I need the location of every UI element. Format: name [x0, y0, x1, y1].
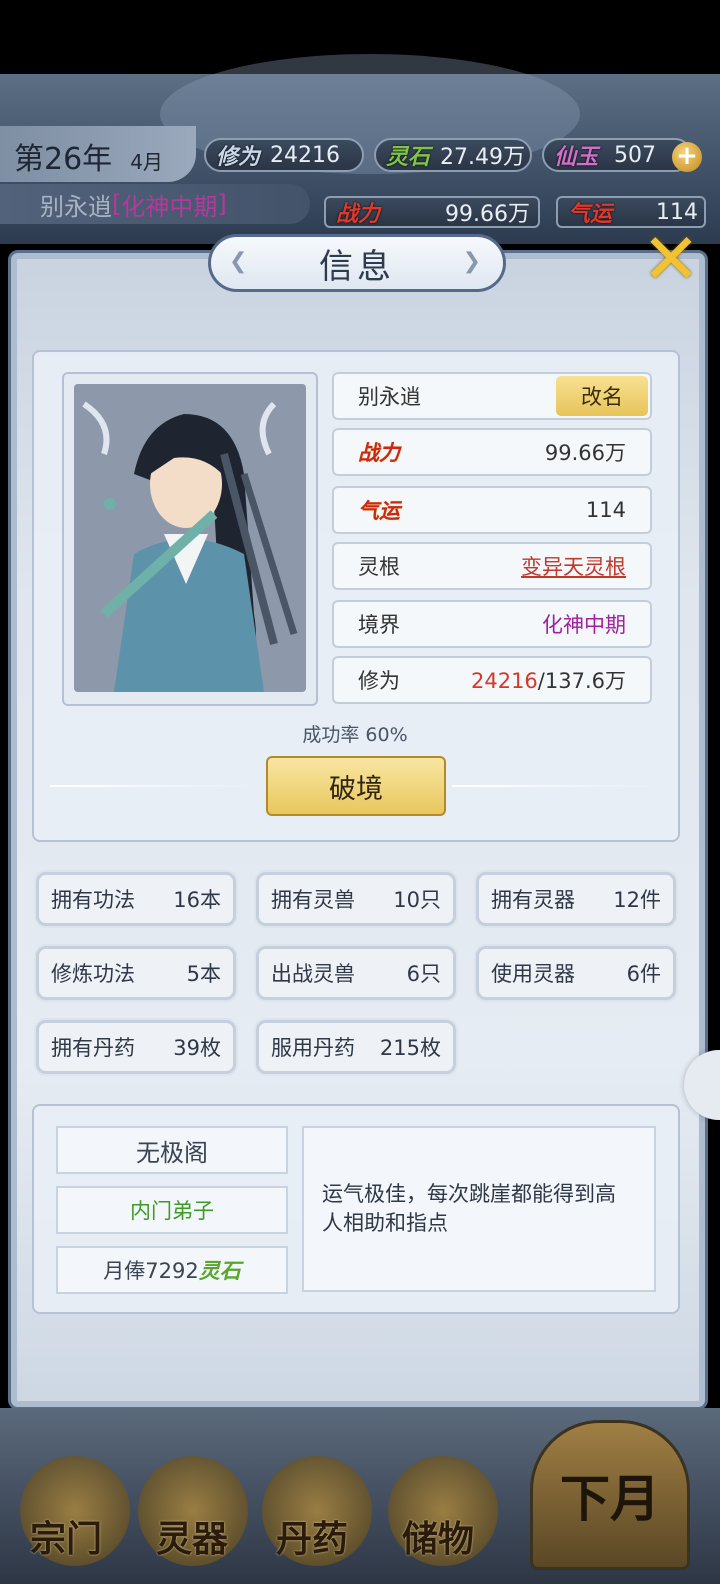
character-namebar: 别永逍[化神中期] [0, 184, 310, 224]
nav-label-artifact: 灵器 [156, 1519, 229, 1560]
spirit-root-label: 灵根 [358, 555, 400, 579]
character-portrait-art [74, 384, 306, 692]
stat-value: 16本 [173, 888, 221, 912]
panel-title: 信息 [208, 234, 506, 292]
stat-used-artifacts[interactable]: 使用灵器 6件 [476, 946, 676, 1000]
next-month-button[interactable]: 下月 [530, 1420, 690, 1570]
spirit-stone-value: 27.49万 [440, 145, 525, 170]
breakthrough-button[interactable]: 破境 [266, 756, 446, 816]
cultivation-max: /137.6万 [537, 669, 626, 693]
luck-tag: 气运 [568, 201, 613, 227]
salary-amount: 月俸7292 [103, 1259, 199, 1283]
nav-label-pill: 丹药 [276, 1519, 349, 1560]
stat-battle-beasts[interactable]: 出战灵兽 6只 [256, 946, 456, 1000]
profile-name: 别永逍 [358, 385, 421, 409]
date-box: 第26年 4月 [0, 126, 196, 182]
stat-value: 5本 [186, 962, 221, 986]
month-label: 4月 [130, 150, 163, 174]
cultivation-value: 24216 [270, 142, 341, 168]
stat-owned-pills[interactable]: 拥有丹药 39枚 [36, 1020, 236, 1074]
cultivation-tag: 修为 [216, 144, 261, 170]
spirit-stone-tag: 灵石 [386, 144, 431, 170]
jade-tag: 仙玉 [554, 144, 599, 170]
stat-value: 12件 [613, 888, 661, 912]
sect-name: 无极阁 [56, 1126, 288, 1174]
power-pill: 战力 99.66万 [324, 196, 540, 228]
stat-label: 出战灵兽 [271, 962, 355, 986]
spirit-root-row: 灵根 变异天灵根 [332, 542, 652, 590]
character-realm: 化神中期 [121, 192, 218, 221]
success-rate: 成功率 60% [302, 724, 408, 746]
stat-value: 10只 [393, 888, 441, 912]
nav-label-sect: 宗门 [30, 1519, 103, 1560]
deco-line-left [50, 785, 260, 787]
year-label: 第26年 [14, 142, 113, 177]
power-row-value: 99.66万 [544, 441, 626, 465]
luck-label: 气运 [358, 498, 400, 523]
add-jade-button[interactable]: + [672, 142, 702, 172]
realm-bracket-close: ] [217, 190, 227, 218]
luck-row: 气运 114 [332, 486, 652, 534]
power-tag: 战力 [336, 201, 381, 227]
stat-value: 215枚 [379, 1036, 441, 1060]
stat-consumed-pills[interactable]: 服用丹药 215枚 [256, 1020, 456, 1074]
character-portrait [74, 384, 306, 692]
salary-unit: 灵石 [198, 1258, 241, 1283]
stat-label: 服用丹药 [271, 1036, 355, 1060]
character-name: 别永逍 [40, 192, 112, 221]
stat-label: 拥有灵器 [491, 888, 575, 912]
realm-value: 化神中期 [542, 613, 626, 637]
stat-value: 6只 [406, 962, 441, 986]
stat-label: 拥有功法 [51, 888, 135, 912]
stat-practice-techniques[interactable]: 修炼功法 5本 [36, 946, 236, 1000]
cultivation-pill: 修为 24216 [204, 138, 364, 172]
realm-row: 境界 化神中期 [332, 600, 652, 648]
stat-owned-beasts[interactable]: 拥有灵兽 10只 [256, 872, 456, 926]
luck-row-value: 114 [585, 498, 626, 522]
jade-value: 507 [614, 142, 656, 168]
deco-line-right [452, 785, 662, 787]
stat-owned-techniques[interactable]: 拥有功法 16本 [36, 872, 236, 926]
stat-label: 拥有灵兽 [271, 888, 355, 912]
stat-label: 拥有丹药 [51, 1036, 135, 1060]
spirit-stone-pill: 灵石 27.49万 [374, 138, 532, 172]
realm-bracket-open: [ [112, 190, 122, 218]
power-row: 战力 99.66万 [332, 428, 652, 476]
sect-rank: 内门弟子 [56, 1186, 288, 1234]
rename-button[interactable]: 改名 [556, 376, 648, 416]
nav-label-storage: 储物 [402, 1519, 475, 1560]
sect-salary: 月俸7292 灵石 [56, 1246, 288, 1294]
spirit-root-link[interactable]: 变异天灵根 [521, 551, 626, 581]
sect-description: 运气极佳，每次跳崖都能得到高人相助和指点 [302, 1126, 656, 1292]
power-value: 99.66万 [445, 202, 530, 227]
close-icon[interactable]: ✕ [636, 224, 706, 294]
stat-value: 39枚 [173, 1036, 221, 1060]
cultivation-row: 修为 24216/137.6万 [332, 656, 652, 704]
cultivation-label: 修为 [358, 669, 400, 693]
power-label: 战力 [358, 440, 400, 465]
stat-owned-artifacts[interactable]: 拥有灵器 12件 [476, 872, 676, 926]
stat-label: 使用灵器 [491, 962, 575, 986]
cultivation-current: 24216 [470, 669, 538, 693]
realm-label: 境界 [358, 613, 400, 637]
jade-pill: 仙玉 507 [542, 138, 692, 172]
stat-label: 修炼功法 [51, 962, 135, 986]
stat-value: 6件 [626, 962, 661, 986]
